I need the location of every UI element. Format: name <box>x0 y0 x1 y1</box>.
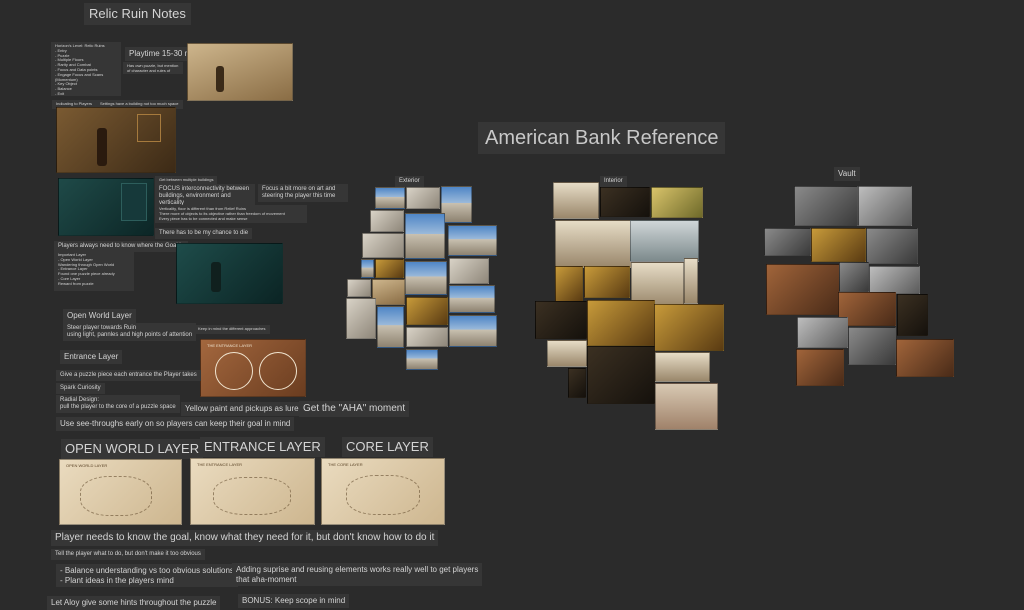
exterior-photo[interactable] <box>448 225 497 256</box>
exterior-photo[interactable] <box>377 306 404 348</box>
exterior-photo[interactable] <box>441 186 472 223</box>
spark-curiosity-note[interactable]: Spark Curiosity <box>56 383 105 395</box>
interior-photo[interactable] <box>654 304 724 351</box>
interior-photo[interactable] <box>655 352 710 382</box>
surprise-note[interactable]: Adding suprise and reusing elements work… <box>232 563 483 587</box>
exterior-photo[interactable] <box>362 233 404 258</box>
sketch-circle-left <box>215 352 253 390</box>
exterior-photo[interactable] <box>375 259 404 278</box>
vault-photo[interactable] <box>869 266 920 294</box>
exterior-photo[interactable] <box>406 187 440 209</box>
open-world-layer-note[interactable]: Open World Layer <box>63 309 136 323</box>
interior-photo[interactable] <box>600 187 650 217</box>
exterior-photo[interactable] <box>347 279 371 297</box>
exterior-photo[interactable] <box>346 298 376 339</box>
radial-design-note[interactable]: Radial Design: pull the player to the co… <box>56 395 180 414</box>
interior-photo[interactable] <box>587 346 655 404</box>
exterior-photo[interactable] <box>406 349 438 370</box>
exterior-photo[interactable] <box>405 261 447 295</box>
interior-photo[interactable] <box>555 220 633 268</box>
exterior-photo[interactable] <box>406 297 448 325</box>
open-world-map-title: OPEN WORLD LAYER <box>66 463 108 468</box>
vault-photo[interactable] <box>811 228 866 262</box>
map-path <box>213 477 291 515</box>
important-layers-note[interactable]: Important Layer - Open World Layer Wande… <box>54 251 134 291</box>
interior-photo[interactable] <box>555 266 583 302</box>
interior-photo[interactable] <box>587 300 655 346</box>
map-path <box>346 475 420 515</box>
exterior-photo[interactable] <box>372 279 405 305</box>
vault-photo[interactable] <box>766 264 840 315</box>
exterior-photo[interactable] <box>406 327 448 347</box>
exterior-photo[interactable] <box>370 210 404 232</box>
interior-photo[interactable] <box>547 340 587 367</box>
aloy-hints-note[interactable]: Let Aloy give some hints throughout the … <box>47 596 221 610</box>
playtime-sub-note[interactable]: Has own puzzle, but mention of character… <box>123 62 183 74</box>
interior-photo[interactable] <box>684 258 698 304</box>
interior-photo[interactable] <box>568 368 586 398</box>
keep-in-mind-note[interactable]: Keep in mind the different approaches <box>194 325 270 334</box>
entrance-sketch-title: THE ENTRANCE LAYER <box>207 343 253 348</box>
vault-photo[interactable] <box>796 349 844 386</box>
interior-photo[interactable] <box>651 187 703 218</box>
interior-photo[interactable] <box>584 266 630 298</box>
exterior-photo[interactable] <box>375 187 405 209</box>
yellow-paint-note[interactable]: Yellow paint and pickups as lure <box>181 402 303 416</box>
bonus-scope-note[interactable]: BONUS: Keep scope in mind <box>238 594 350 608</box>
vault-photo[interactable] <box>896 339 954 377</box>
vault-photo[interactable] <box>764 228 811 256</box>
exterior-photo[interactable] <box>361 259 374 278</box>
interior-photo[interactable] <box>655 383 718 430</box>
focus-art-note[interactable]: Focus a bit more on art and steering the… <box>258 184 348 203</box>
aha-moment-note[interactable]: Get the "AHA" moment <box>299 401 410 417</box>
see-throughs-note[interactable]: Use see-throughs early on so players can… <box>56 417 295 431</box>
exterior-photo[interactable] <box>449 285 495 313</box>
entrance-layer-sketch[interactable]: THE ENTRANCE LAYER <box>200 339 306 397</box>
exterior-photo[interactable] <box>405 213 445 259</box>
sketch-circle-right <box>259 352 297 390</box>
vault-photo[interactable] <box>866 228 918 264</box>
chance-to-die-note[interactable]: There has to be my chance to die <box>155 228 253 240</box>
exterior-label[interactable]: Exterior <box>395 176 424 188</box>
interior-photo[interactable] <box>553 182 599 219</box>
relic-ruin-notes-title[interactable]: Relic Ruin Notes <box>84 3 191 25</box>
entrance-layer-heading[interactable]: ENTRANCE LAYER <box>200 437 325 457</box>
open-world-layer-heading[interactable]: OPEN WORLD LAYER <box>61 439 204 459</box>
balance-note[interactable]: - Balance understanding vs too obvious s… <box>56 564 238 588</box>
goal-line-note[interactable]: Player needs to know the goal, know what… <box>51 530 439 546</box>
verticality-note[interactable]: Verticality, floor is different than fro… <box>155 205 307 223</box>
tell-player-note[interactable]: Tell the player what to do, but don't ma… <box>51 549 205 561</box>
map-path <box>80 476 152 516</box>
jungle-ruins-screenshot[interactable] <box>176 243 283 304</box>
interior-label[interactable]: Interior <box>600 176 627 188</box>
american-bank-reference-title[interactable]: American Bank Reference <box>478 122 726 154</box>
exterior-photo[interactable] <box>449 315 497 347</box>
vault-photo[interactable] <box>794 186 858 226</box>
cave-interior-screenshot[interactable] <box>56 107 176 173</box>
vault-photo[interactable] <box>897 294 928 336</box>
entrance-layer-note[interactable]: Entrance Layer <box>60 350 123 364</box>
vault-photo[interactable] <box>858 186 912 226</box>
entrance-map-title: THE ENTRANCE LAYER <box>197 462 243 467</box>
interior-photo[interactable] <box>535 301 587 339</box>
steer-player-note[interactable]: Steer player towards Ruin using light, p… <box>63 323 197 342</box>
vault-photo[interactable] <box>797 317 848 348</box>
vault-photo[interactable] <box>848 327 896 365</box>
vault-photo[interactable] <box>839 262 869 292</box>
aloy-ruins-screenshot[interactable] <box>187 43 293 101</box>
level-checklist-note[interactable]: Horizon's Level: Relic Ruins - Entry - P… <box>51 42 121 96</box>
core-layer-map[interactable]: THE CORE LAYER <box>321 458 445 525</box>
night-ruins-screenshot[interactable] <box>58 178 154 236</box>
core-map-title: THE CORE LAYER <box>328 462 363 467</box>
open-world-layer-map[interactable]: OPEN WORLD LAYER <box>59 459 182 525</box>
vault-label[interactable]: Vault <box>834 167 860 181</box>
exterior-photo[interactable] <box>449 258 489 284</box>
core-layer-heading[interactable]: CORE LAYER <box>342 437 433 457</box>
entrance-layer-map[interactable]: THE ENTRANCE LAYER <box>190 458 315 525</box>
interior-photo[interactable] <box>630 220 699 262</box>
puzzle-piece-note[interactable]: Give a puzzle piece each entrance the Pl… <box>56 370 201 382</box>
